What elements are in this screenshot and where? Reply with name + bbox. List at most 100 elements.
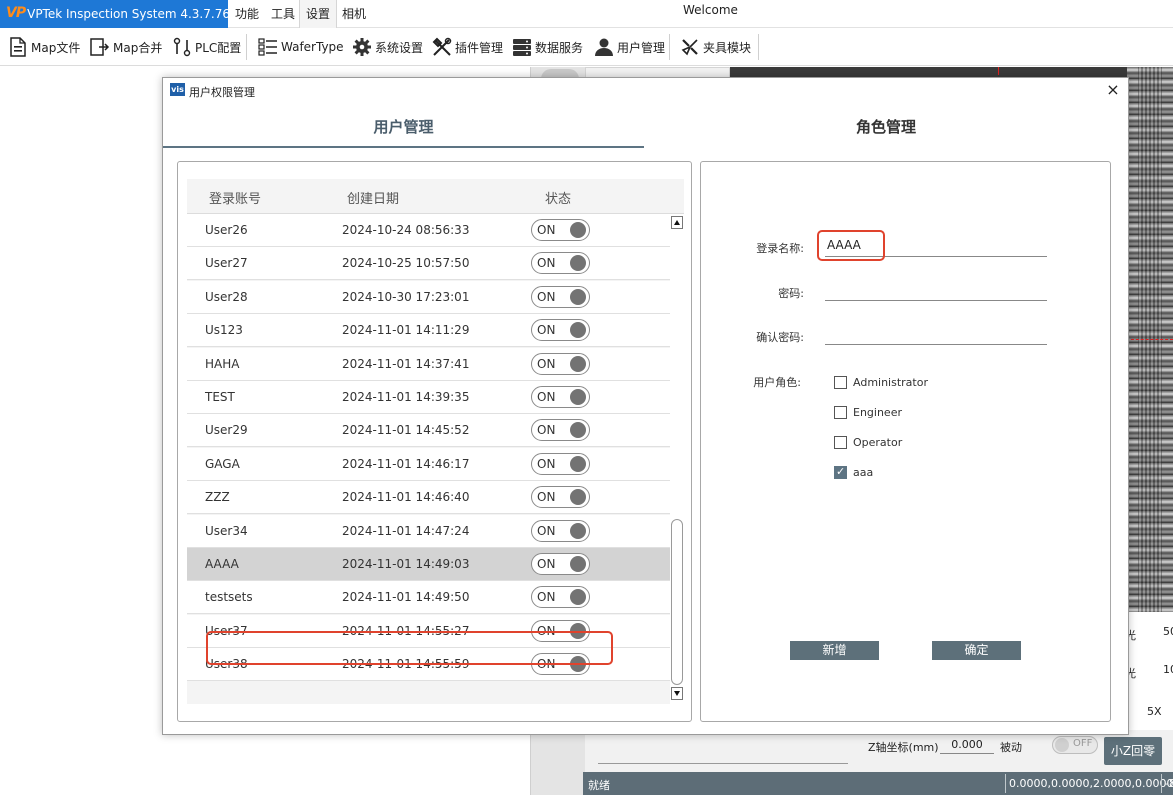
plc-icon xyxy=(172,37,192,57)
account-cell: User26 xyxy=(205,223,248,237)
tab-role-management[interactable]: 角色管理 xyxy=(644,114,1128,148)
header-date: 创建日期 xyxy=(347,192,400,207)
table-row[interactable]: User27 2024-10-25 10:57:50 ON xyxy=(187,247,670,281)
account-cell: GAGA xyxy=(205,456,240,471)
status-separator xyxy=(1005,774,1006,793)
menu-tools[interactable]: 工具 xyxy=(265,0,301,28)
toggle-knob xyxy=(570,255,586,272)
wafer-type-button[interactable]: WaferType xyxy=(258,34,344,60)
system-settings-button[interactable]: 系统设置 xyxy=(352,34,423,60)
checkbox[interactable] xyxy=(834,465,847,480)
plc-config-button[interactable]: PLC配置 xyxy=(172,34,241,60)
welcome-text: Welcome xyxy=(683,3,738,17)
table-row[interactable]: User38 2024-11-01 14:55:59 ON xyxy=(187,648,670,682)
plugin-manage-button[interactable]: 插件管理 xyxy=(432,34,503,60)
table-row[interactable]: User34 2024-11-01 14:47:24 ON xyxy=(187,514,670,548)
system-settings-label: 系统设置 xyxy=(375,40,424,55)
table-row[interactable]: HAHA 2024-11-01 14:37:41 ON xyxy=(187,347,670,381)
checkbox[interactable] xyxy=(834,436,847,450)
table-row[interactable]: Us123 2024-11-01 14:11:29 ON xyxy=(187,314,670,348)
toggle-text: ON xyxy=(537,289,556,304)
confirm-password-input[interactable] xyxy=(825,344,1047,345)
scroll-up-icon[interactable] xyxy=(671,216,683,229)
confirm-button[interactable]: 确定 xyxy=(932,641,1021,660)
toggle-text: ON xyxy=(537,256,556,271)
scroll-thumb[interactable] xyxy=(671,519,683,685)
gear-icon xyxy=(352,37,372,57)
toggle-text: ON xyxy=(537,223,556,237)
table-scrollbar[interactable] xyxy=(670,214,684,704)
header-account: 登录账号 xyxy=(209,192,262,207)
status-toggle[interactable]: ON xyxy=(531,419,590,442)
z-axis-input[interactable]: 0.000 xyxy=(940,736,994,754)
date-cell: 2024-10-25 10:57:50 xyxy=(342,256,470,271)
table-row[interactable]: AAAA 2024-11-01 14:49:03 ON xyxy=(187,548,670,581)
data-service-button[interactable]: 数据服务 xyxy=(512,34,583,60)
toggle-knob xyxy=(570,522,586,539)
menu-function[interactable]: 功能 xyxy=(229,0,265,28)
dialog-titlebar[interactable]: vis 用户权限管理 × xyxy=(163,78,1128,104)
status-toggle[interactable]: ON xyxy=(531,352,590,375)
map-file-button[interactable]: Map文件 xyxy=(8,34,80,60)
password-input[interactable] xyxy=(825,300,1047,301)
status-toggle[interactable]: ON xyxy=(531,219,590,241)
z-axis-label: Z轴坐标(mm) xyxy=(868,741,939,754)
status-toggle[interactable]: ON xyxy=(531,452,590,475)
role-option[interactable]: Administrator xyxy=(834,374,928,390)
toggle-text: ON xyxy=(537,557,556,571)
role-option[interactable]: aaa xyxy=(834,465,873,481)
status-toggle[interactable]: ON xyxy=(531,486,590,509)
tab-user-management[interactable]: 用户管理 xyxy=(163,114,644,148)
toggle-text: ON xyxy=(537,590,556,605)
scroll-down-icon[interactable] xyxy=(671,687,683,700)
table-row[interactable]: GAGA 2024-11-01 14:46:17 ON xyxy=(187,447,670,481)
list-icon xyxy=(258,37,278,57)
role-option[interactable]: Operator xyxy=(834,435,902,451)
map-merge-label: Map合并 xyxy=(113,40,163,55)
map-merge-button[interactable]: Map合并 xyxy=(90,34,162,60)
status-toggle[interactable]: ON xyxy=(531,252,590,275)
status-toggle[interactable]: ON xyxy=(531,285,590,308)
toolbar: Map文件 Map合并 PLC配置 WaferType 系统设置 插件管理 数据… xyxy=(0,28,1173,66)
table-row[interactable]: testsets 2024-11-01 14:49:50 ON xyxy=(187,581,670,615)
status-toggle[interactable]: ON xyxy=(531,386,590,408)
toggle-text: ON xyxy=(537,657,556,672)
status-toggle[interactable]: ON xyxy=(531,619,590,642)
user-list-panel: 登录账号 创建日期 状态 User26 2024-10-24 08:56:33 ON… xyxy=(177,161,692,722)
light-value-2[interactable]: 10 xyxy=(1163,663,1173,676)
toggle-knob xyxy=(570,455,586,472)
toggle-knob xyxy=(570,589,586,606)
app-logo: VP xyxy=(6,5,26,21)
fixture-icon xyxy=(680,37,700,57)
title-bar: VP VPTek Inspection System 4.3.7.7675 功能… xyxy=(0,0,1173,28)
status-toggle[interactable]: ON xyxy=(531,553,590,575)
status-toggle[interactable]: ON xyxy=(531,319,590,342)
light-value-1[interactable]: 50 xyxy=(1163,625,1173,638)
date-cell: 2024-11-01 14:49:50 xyxy=(342,590,470,605)
table-row[interactable]: ZZZ 2024-11-01 14:46:40 ON xyxy=(187,481,670,515)
menu-camera[interactable]: 相机 xyxy=(336,0,372,28)
role-option[interactable]: Engineer xyxy=(834,404,902,420)
date-cell: 2024-11-01 14:49:03 xyxy=(342,557,470,571)
user-manage-label: 用户管理 xyxy=(617,40,666,55)
checkbox[interactable] xyxy=(834,405,847,419)
zoom-select[interactable]: 5X xyxy=(1147,705,1162,718)
user-manage-button[interactable]: 用户管理 xyxy=(594,34,665,60)
status-toggle[interactable]: ON xyxy=(531,653,590,676)
close-icon[interactable]: × xyxy=(1103,80,1123,100)
status-coordinates: 0.0000,0.0000,2.0000,0.0000 xyxy=(1009,777,1173,790)
menu-settings[interactable]: 设置 xyxy=(299,0,338,28)
fixture-module-button[interactable]: 夹具模块 xyxy=(680,34,751,60)
add-button[interactable]: 新增 xyxy=(790,641,879,660)
table-row[interactable]: User26 2024-10-24 08:56:33 ON xyxy=(187,214,670,247)
table-row[interactable]: TEST 2024-11-01 14:39:35 ON xyxy=(187,381,670,414)
z-zero-button[interactable]: 小Z回零 xyxy=(1104,737,1162,765)
passive-toggle[interactable]: OFF xyxy=(1052,736,1098,754)
table-row[interactable]: User29 2024-11-01 14:45:52 ON xyxy=(187,414,670,448)
table-row[interactable]: User37 2024-11-01 14:55:27 ON xyxy=(187,614,670,648)
toggle-knob xyxy=(1055,738,1069,752)
status-toggle[interactable]: ON xyxy=(531,519,590,542)
checkbox[interactable] xyxy=(834,375,847,389)
table-row[interactable]: User28 2024-10-30 17:23:01 ON xyxy=(187,280,670,314)
status-toggle[interactable]: ON xyxy=(531,586,590,609)
